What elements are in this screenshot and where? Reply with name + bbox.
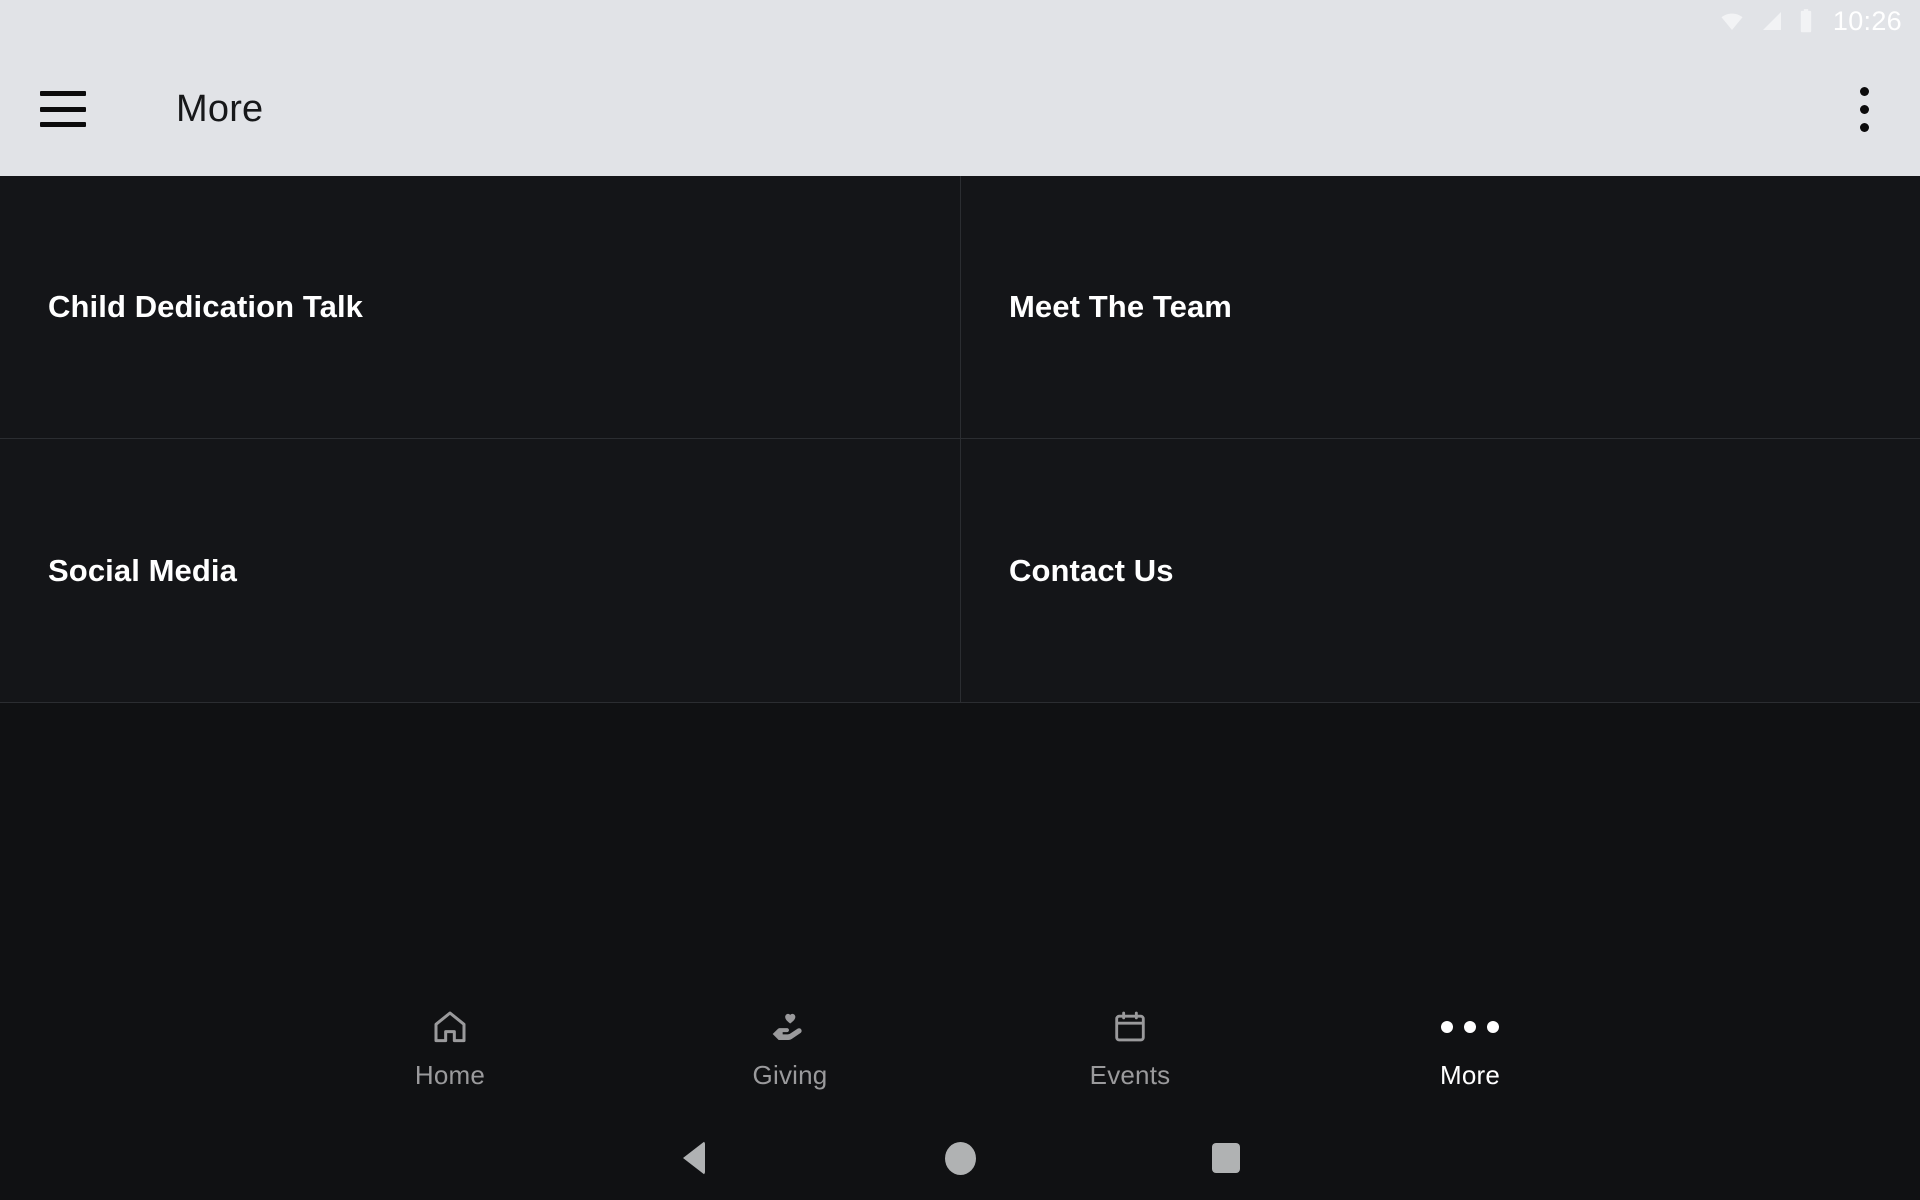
tile-meet-the-team[interactable]: Meet The Team [961,176,1920,439]
status-icon-group: 10:26 [1717,5,1902,36]
wifi-icon [1721,13,1743,30]
dots-group [1441,1021,1499,1033]
home-button[interactable] [827,1116,1093,1200]
more-dot [1487,1021,1499,1033]
tile-label: Meet The Team [1009,289,1232,324]
nav-tab-label: Home [414,1060,486,1090]
tile-social-media[interactable]: Social Media [0,439,961,702]
nav-tab-label: Events [1089,1060,1171,1090]
overflow-dot [1859,86,1869,96]
nav-tab-home[interactable]: Home [280,996,620,1106]
content-area: Child Dedication Talk Meet The Team Soci… [0,176,1920,984]
home-icon [430,1004,470,1050]
hamburger-line [40,106,86,112]
overflow-dot [1859,122,1869,132]
nav-tab-events[interactable]: Events [960,996,1300,1106]
android-system-nav [0,1116,1920,1200]
hand-heart-icon [770,1004,810,1050]
app-root: 10:26 More Child Dedication Talk Meet Th… [0,0,1920,1200]
bottom-navigation-bar: Home Giving Events More [0,984,1920,1116]
hamburger-line [40,122,86,127]
recents-square-icon [1212,1143,1240,1173]
tile-child-dedication-talk[interactable]: Child Dedication Talk [0,176,961,439]
tile-label: Contact Us [1009,552,1174,588]
more-dot [1441,1021,1453,1033]
empty-space [0,703,1920,984]
tile-label: Child Dedication Talk [48,289,364,324]
nav-tab-giving[interactable]: Giving [620,996,960,1106]
more-dots-icon [1441,1004,1499,1050]
nav-tab-more[interactable]: More [1300,996,1640,1106]
tile-label: Social Media [48,552,237,588]
back-button[interactable] [561,1116,827,1200]
recents-button[interactable] [1093,1116,1359,1200]
hamburger-menu-icon[interactable] [40,91,86,127]
tile-contact-us[interactable]: Contact Us [961,439,1920,702]
status-clock: 10:26 [1832,5,1902,36]
nav-tab-label: More [1439,1060,1501,1090]
calendar-icon [1111,1004,1149,1050]
back-triangle-icon [683,1141,705,1175]
home-circle-icon [944,1141,976,1175]
overflow-menu-icon[interactable] [1836,77,1892,141]
app-bar: More [0,42,1920,176]
hamburger-line [40,91,86,96]
cellular-signal-icon [1762,12,1781,30]
status-bar: 10:26 [0,0,1920,42]
more-dot [1464,1021,1476,1033]
page-title: More [176,87,264,130]
nav-tab-label: Giving [752,1060,828,1090]
tile-grid: Child Dedication Talk Meet The Team Soci… [0,176,1920,703]
battery-icon [1800,9,1812,33]
overflow-dot [1859,104,1869,114]
